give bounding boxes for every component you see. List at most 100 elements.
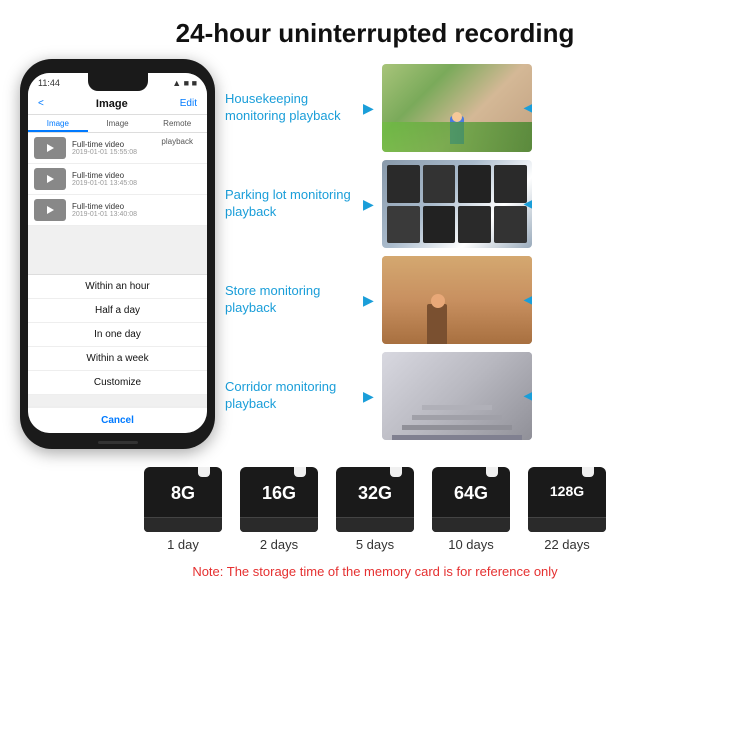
- monitoring-item-1: Parking lot monitoring playback ▶ ◄: [225, 160, 730, 248]
- storage-days-1: 2 days: [260, 537, 298, 552]
- photo-arrow-0: ◄: [520, 98, 532, 119]
- video-info-3: Full-time video 2019-01-01 13:40:08: [72, 202, 201, 218]
- phone-cancel-button[interactable]: Cancel: [28, 406, 207, 433]
- monitoring-label-1: Parking lot monitoring playback: [225, 187, 355, 221]
- monitoring-text-2: Store monitoring playback: [225, 283, 355, 317]
- stair-1: [392, 435, 522, 440]
- monitoring-item-2: Store monitoring playback ▶ ◄: [225, 256, 730, 344]
- sd-notch-0: [198, 467, 210, 477]
- monitoring-label-3: Corridor monitoring playback: [225, 379, 355, 413]
- video-item-3[interactable]: Full-time video 2019-01-01 13:40:08: [28, 195, 207, 226]
- dropdown-item-2[interactable]: In one day: [28, 323, 207, 347]
- monitoring-photo-1: ◄: [382, 160, 532, 248]
- monitoring-item-0: Housekeeping monitoring playback ▶ ◄: [225, 64, 730, 152]
- storage-card-wrap-1: 16G 2 days: [240, 467, 318, 552]
- monitoring-photo-3: ◄: [382, 352, 532, 440]
- video-item-2[interactable]: Full-time video 2019-01-01 13:45:08: [28, 164, 207, 195]
- stairs-container: [392, 362, 522, 440]
- dropdown-item-1[interactable]: Half a day: [28, 299, 207, 323]
- sd-label-0: 8G: [171, 483, 195, 504]
- monitoring-arrow-0: ▶: [363, 100, 374, 117]
- sd-card-1: 16G: [240, 467, 318, 532]
- sd-notch-1: [294, 467, 306, 477]
- monitoring-item-3: Corridor monitoring playback ▶ ◄: [225, 352, 730, 440]
- phone-tab-remote[interactable]: Remote playback: [147, 115, 207, 132]
- phone-dropdown: Within an hour Half a day In one day Wit…: [28, 274, 207, 395]
- video-info-1: Full-time video 2019-01-01 15:55:08: [72, 140, 201, 156]
- dropdown-item-3[interactable]: Within a week: [28, 347, 207, 371]
- parking-grid: [387, 165, 527, 243]
- sd-card-0: 8G: [144, 467, 222, 532]
- phone-nav-title: Image: [96, 98, 128, 110]
- car-7: [458, 206, 491, 244]
- video-title-1: Full-time video: [72, 140, 201, 149]
- sd-dot-4: [595, 524, 600, 529]
- storage-card-wrap-0: 8G 1 day: [144, 467, 222, 552]
- phone-edit-button[interactable]: Edit: [180, 98, 197, 109]
- photo-content-0: [382, 64, 532, 152]
- sd-label-1: 16G: [262, 483, 296, 504]
- photo-arrow-1: ◄: [520, 194, 532, 215]
- sd-label-2: 32G: [358, 483, 392, 504]
- monitoring-arrow-2: ▶: [363, 292, 374, 309]
- phone-icons: ▲ ■ ■: [172, 78, 197, 88]
- phone-screen: 11:44 ▲ ■ ■ < Image Edit Image Image Rem…: [28, 73, 207, 433]
- figure-head: [452, 112, 462, 122]
- video-date-1: 2019-01-01 15:55:08: [72, 149, 201, 156]
- video-thumb-1: [34, 137, 66, 159]
- monitoring-text-1: Parking lot monitoring playback: [225, 187, 355, 221]
- storage-days-0: 1 day: [167, 537, 199, 552]
- phone-mockup: 11:44 ▲ ■ ■ < Image Edit Image Image Rem…: [20, 59, 215, 449]
- stair-3: [412, 415, 502, 420]
- phone-tab-image2[interactable]: Image: [88, 115, 148, 132]
- stair-2: [402, 425, 512, 430]
- sd-card-2: 32G: [336, 467, 414, 532]
- phone-notch: [88, 73, 148, 91]
- storage-days-3: 10 days: [448, 537, 494, 552]
- person-body: [427, 304, 447, 344]
- car-6: [423, 206, 456, 244]
- monitoring-section: Housekeeping monitoring playback ▶ ◄ Par…: [225, 59, 730, 440]
- page-header: 24-hour uninterrupted recording: [0, 0, 750, 59]
- dropdown-item-4[interactable]: Customize: [28, 371, 207, 395]
- phone-back-button[interactable]: <: [38, 98, 44, 109]
- sd-notch-2: [390, 467, 402, 477]
- video-date-3: 2019-01-01 13:40:08: [72, 211, 201, 218]
- play-icon-2: [47, 175, 54, 183]
- phone-bottom-bar: [98, 441, 138, 444]
- sd-dot-3: [499, 524, 504, 529]
- video-date-2: 2019-01-01 13:45:08: [72, 180, 201, 187]
- video-info-2: Full-time video 2019-01-01 13:45:08: [72, 171, 201, 187]
- sd-card-3: 64G: [432, 467, 510, 532]
- stair-4: [422, 405, 492, 410]
- floor-mat: [382, 122, 532, 152]
- monitoring-label-0: Housekeeping monitoring playback: [225, 91, 355, 125]
- video-thumb-3: [34, 199, 66, 221]
- sd-notch-3: [486, 467, 498, 477]
- monitoring-label-2: Store monitoring playback: [225, 283, 355, 317]
- video-title-2: Full-time video: [72, 171, 201, 180]
- phone-tab-image[interactable]: Image: [28, 115, 88, 132]
- storage-card-wrap-2: 32G 5 days: [336, 467, 414, 552]
- sd-dot-2: [403, 524, 408, 529]
- dropdown-item-0[interactable]: Within an hour: [28, 275, 207, 299]
- play-icon-3: [47, 206, 54, 214]
- monitoring-arrow-3: ▶: [363, 388, 374, 405]
- sd-notch-4: [582, 467, 594, 477]
- sd-dot-1: [307, 524, 312, 529]
- storage-days-4: 22 days: [544, 537, 590, 552]
- phone-outer: 11:44 ▲ ■ ■ < Image Edit Image Image Rem…: [20, 59, 215, 449]
- phone-video-list: Full-time video 2019-01-01 15:55:08 Full…: [28, 133, 207, 226]
- photo-arrow-2: ◄: [520, 290, 532, 311]
- storage-card-wrap-3: 64G 10 days: [432, 467, 510, 552]
- monitoring-arrow-1: ▶: [363, 196, 374, 213]
- phone-nav-bar: < Image Edit: [28, 93, 207, 115]
- photo-arrow-3: ◄: [520, 386, 532, 407]
- sd-label-3: 64G: [454, 483, 488, 504]
- car-1: [387, 165, 420, 203]
- monitoring-photo-2: ◄: [382, 256, 532, 344]
- storage-section: 8G 1 day 16G 2 days 32G 5 days 6: [0, 467, 750, 579]
- main-content: 11:44 ▲ ■ ■ < Image Edit Image Image Rem…: [0, 59, 750, 449]
- play-icon-1: [47, 144, 54, 152]
- car-5: [387, 206, 420, 244]
